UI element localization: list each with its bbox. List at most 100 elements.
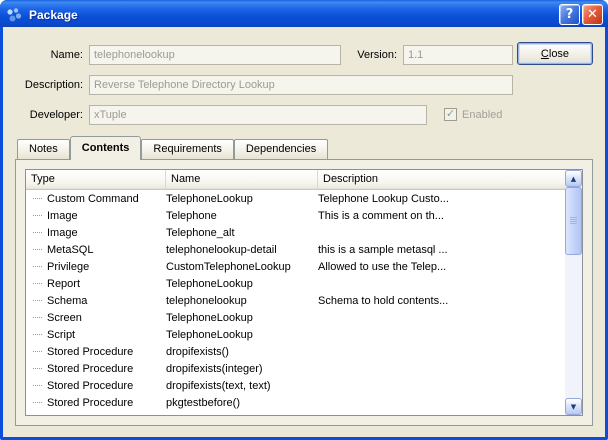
- version-label: Version:: [343, 45, 397, 65]
- type-text: Screen: [47, 312, 82, 324]
- developer-input[interactable]: xTuple: [89, 105, 427, 125]
- tree-branch-icon: [33, 385, 42, 386]
- description-text: Telephone Lookup Custo...: [318, 193, 449, 205]
- table-row[interactable]: Stored Procedure dropifexists(): [26, 343, 565, 360]
- dialog-body: Name: telephonelookup Version: 1.1 Close…: [3, 27, 605, 437]
- table-row[interactable]: Image Telephone This is a comment on th.…: [26, 207, 565, 224]
- help-button[interactable]: ?: [559, 4, 580, 25]
- tab-contents[interactable]: Contents: [70, 136, 142, 160]
- scroll-up-button[interactable]: ▲: [565, 170, 582, 187]
- table-row[interactable]: Screen TelephoneLookup: [26, 309, 565, 326]
- tab-bar: Notes Contents Requirements Dependencies: [17, 136, 328, 160]
- type-text: Report: [47, 278, 80, 290]
- type-text: Stored Procedure: [47, 346, 133, 358]
- cell-name: TelephoneLookup: [166, 278, 318, 290]
- table-row[interactable]: Stored Procedure dropifexists(integer): [26, 360, 565, 377]
- contents-table: Type Name Description Custom Command Tel…: [25, 169, 583, 416]
- window-close-button[interactable]: ✕: [582, 4, 603, 25]
- scrollbar-thumb[interactable]: [565, 187, 582, 255]
- type-text: Custom Command: [47, 193, 139, 205]
- header-description[interactable]: Description: [318, 170, 565, 190]
- table-body: Custom Command TelephoneLookup Telephone…: [26, 190, 565, 415]
- cell-name: TelephoneLookup: [166, 193, 318, 205]
- table-row[interactable]: Schema telephonelookup Schema to hold co…: [26, 292, 565, 309]
- name-text: CustomTelephoneLookup: [166, 261, 291, 273]
- type-text: MetaSQL: [47, 244, 93, 256]
- type-text: Stored Procedure: [47, 380, 133, 392]
- description-text: This is a comment on th...: [318, 210, 444, 222]
- cell-name: CustomTelephoneLookup: [166, 261, 318, 273]
- titlebar[interactable]: Package ? ✕: [0, 0, 608, 27]
- version-input[interactable]: 1.1: [403, 45, 513, 65]
- table-row[interactable]: Report TelephoneLookup: [26, 275, 565, 292]
- type-text: Image: [47, 227, 78, 239]
- window-title: Package: [29, 8, 557, 22]
- name-text: TelephoneLookup: [166, 329, 253, 341]
- cell-name: telephonelookup-detail: [166, 244, 318, 256]
- tree-branch-icon: [33, 215, 42, 216]
- table-row[interactable]: Stored Procedure pkgtestbefore(): [26, 394, 565, 411]
- table-row[interactable]: Image Telephone_alt: [26, 224, 565, 241]
- cell-name: dropifexists(integer): [166, 363, 318, 375]
- cell-name: dropifexists(text, text): [166, 380, 318, 392]
- cell-type: Image: [26, 210, 166, 222]
- tree-branch-icon: [33, 368, 42, 369]
- vertical-scrollbar[interactable]: ▲ ▼: [565, 170, 582, 415]
- cell-name: pkgtestbefore(): [166, 397, 318, 409]
- cell-type: Stored Procedure: [26, 397, 166, 409]
- table-row[interactable]: Script TelephoneLookup: [26, 326, 565, 343]
- type-text: Privilege: [47, 261, 89, 273]
- name-input[interactable]: telephonelookup: [89, 45, 341, 65]
- name-text: telephonelookup-detail: [166, 244, 277, 256]
- scrollbar-track[interactable]: [565, 187, 582, 398]
- name-text: TelephoneLookup: [166, 278, 253, 290]
- table-row[interactable]: Custom Command TelephoneLookup Telephone…: [26, 190, 565, 207]
- name-text: dropifexists(integer): [166, 363, 263, 375]
- header-type[interactable]: Type: [26, 170, 166, 190]
- description-input[interactable]: Reverse Telephone Directory Lookup: [89, 75, 513, 95]
- tree-branch-icon: [33, 300, 42, 301]
- cell-name: Telephone_alt: [166, 227, 318, 239]
- enabled-checkbox[interactable]: ✓: [444, 108, 457, 121]
- close-button[interactable]: Close: [517, 42, 593, 65]
- name-text: dropifexists(): [166, 346, 229, 358]
- type-text: Stored Procedure: [47, 397, 133, 409]
- cell-type: Image: [26, 227, 166, 239]
- package-dialog: Package ? ✕ Name: telephonelookup Versio…: [0, 0, 608, 440]
- tab-dependencies[interactable]: Dependencies: [234, 139, 328, 159]
- cell-description: Allowed to use the Telep...: [318, 261, 565, 273]
- tree-branch-icon: [33, 198, 42, 199]
- name-text: TelephoneLookup: [166, 312, 253, 324]
- table-row[interactable]: Privilege CustomTelephoneLookup Allowed …: [26, 258, 565, 275]
- scroll-down-button[interactable]: ▼: [565, 398, 582, 415]
- name-text: TelephoneLookup: [166, 193, 253, 205]
- cell-name: TelephoneLookup: [166, 312, 318, 324]
- name-text: Telephone: [166, 210, 217, 222]
- tab-requirements[interactable]: Requirements: [141, 139, 233, 159]
- contents-tab-panel: Type Name Description Custom Command Tel…: [15, 159, 593, 426]
- type-text: Stored Procedure: [47, 363, 133, 375]
- cell-type: Screen: [26, 312, 166, 324]
- xtuple-logo-icon: [6, 6, 24, 24]
- cell-type: Privilege: [26, 261, 166, 273]
- cell-type: MetaSQL: [26, 244, 166, 256]
- type-text: Image: [47, 210, 78, 222]
- tree-branch-icon: [33, 283, 42, 284]
- cell-description: This is a comment on th...: [318, 210, 565, 222]
- cell-name: dropifexists(): [166, 346, 318, 358]
- tree-branch-icon: [33, 232, 42, 233]
- cell-name: Telephone: [166, 210, 318, 222]
- tab-notes[interactable]: Notes: [17, 139, 70, 159]
- tree-branch-icon: [33, 249, 42, 250]
- name-label: Name:: [19, 45, 83, 65]
- developer-label: Developer:: [11, 105, 83, 125]
- name-text: dropifexists(text, text): [166, 380, 271, 392]
- table-row[interactable]: Stored Procedure dropifexists(text, text…: [26, 377, 565, 394]
- tree-branch-icon: [33, 266, 42, 267]
- cell-description: Schema to hold contents...: [318, 295, 565, 307]
- table-row[interactable]: MetaSQL telephonelookup-detail this is a…: [26, 241, 565, 258]
- name-text: telephonelookup: [166, 295, 247, 307]
- enabled-label: Enabled: [462, 105, 502, 125]
- cell-type: Custom Command: [26, 193, 166, 205]
- header-name[interactable]: Name: [166, 170, 318, 190]
